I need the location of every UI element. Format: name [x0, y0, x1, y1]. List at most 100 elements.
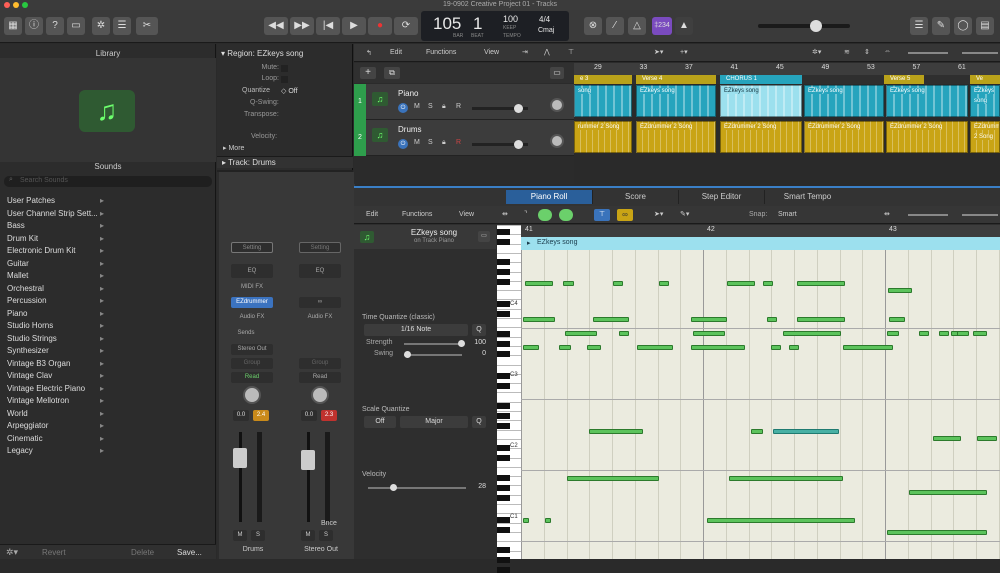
- black-key[interactable]: [497, 547, 510, 553]
- browsers-button[interactable]: ▤: [976, 17, 994, 35]
- midi-note[interactable]: [523, 345, 539, 350]
- scale-quantize-root-select[interactable]: Off: [364, 416, 396, 428]
- list-editors-button[interactable]: ☰: [910, 17, 928, 35]
- track-volume-slider[interactable]: [472, 104, 528, 113]
- record-enable-button[interactable]: R: [456, 139, 461, 146]
- midi-note[interactable]: [693, 331, 725, 336]
- drum-region[interactable]: EZdrummer 2 Song: [804, 121, 884, 153]
- midi-note[interactable]: [565, 331, 597, 336]
- strip1-eq-button[interactable]: EQ: [231, 264, 273, 278]
- flex-icon[interactable]: ⋀: [544, 48, 550, 56]
- library-item[interactable]: Cinematic ▸: [0, 433, 216, 445]
- midi-note[interactable]: [767, 317, 777, 322]
- midi-note[interactable]: [887, 530, 987, 535]
- midi-note[interactable]: [909, 490, 987, 495]
- midi-note[interactable]: [545, 518, 551, 523]
- library-item[interactable]: World ▸: [0, 408, 216, 420]
- midi-note[interactable]: [957, 331, 969, 336]
- cycle-button[interactable]: ⟳: [394, 17, 418, 35]
- black-key[interactable]: [497, 259, 510, 265]
- track-solo-button[interactable]: S: [428, 103, 433, 110]
- hzoom-icon[interactable]: ⇔: [884, 48, 891, 55]
- black-key[interactable]: [497, 557, 510, 563]
- strip2-setting-button[interactable]: Setting: [299, 242, 341, 253]
- midi-note[interactable]: [771, 345, 781, 350]
- midi-note[interactable]: [637, 345, 673, 350]
- strip2-automation-mode[interactable]: Read: [299, 372, 341, 383]
- loop-browser-button[interactable]: ◯: [954, 17, 972, 35]
- strip2-group-slot[interactable]: Group: [299, 358, 341, 369]
- catch-icon[interactable]: ⇥: [522, 48, 528, 56]
- note-grid[interactable]: [521, 250, 1000, 559]
- editors-button[interactable]: ✂: [136, 17, 158, 35]
- zoom-window-button[interactable]: [22, 2, 28, 8]
- pr-ruler[interactable]: 41 42 43: [521, 225, 1000, 237]
- piano-region[interactable]: EZkeys song: [636, 85, 716, 117]
- tab-step-editor[interactable]: Step Editor: [678, 190, 764, 204]
- tracks-view-menu[interactable]: View: [484, 49, 499, 56]
- black-key[interactable]: [497, 445, 510, 451]
- track-pan-knob[interactable]: [550, 98, 564, 112]
- global-tracks-button[interactable]: ▭: [550, 67, 564, 79]
- strip1-pan-knob[interactable]: [243, 386, 261, 404]
- piano-region[interactable]: EZkeys song: [886, 85, 968, 117]
- loop-checkbox[interactable]: [281, 76, 288, 83]
- minimize-window-button[interactable]: [13, 2, 19, 8]
- strip1-setting-button[interactable]: Setting: [231, 242, 273, 253]
- count-in-button[interactable]: ‡234: [652, 17, 672, 35]
- midi-out-icon[interactable]: [559, 209, 573, 221]
- bar-ruler[interactable]: 29333741454953576165: [574, 63, 1000, 75]
- black-key[interactable]: [497, 341, 510, 347]
- drum-region[interactable]: rummer 2 Song: [574, 121, 632, 153]
- midi-note[interactable]: [707, 518, 855, 523]
- midi-note[interactable]: [888, 288, 912, 293]
- scale-quantize-mode-select[interactable]: Major: [400, 416, 468, 428]
- strip1-audiofx-label[interactable]: Audio FX: [231, 312, 273, 323]
- black-key[interactable]: [497, 311, 510, 317]
- midi-note[interactable]: [525, 281, 553, 286]
- drum-region[interactable]: EZdrummer 2 Song: [970, 121, 1000, 153]
- strip1-automation-mode[interactable]: Read: [231, 372, 273, 383]
- library-item[interactable]: Piano ▸: [0, 308, 216, 320]
- pointer-tool-icon[interactable]: ➤▾: [654, 48, 663, 56]
- time-quantize-select[interactable]: 1/16 Note: [364, 324, 468, 336]
- midi-note[interactable]: [751, 429, 763, 434]
- midi-note[interactable]: [887, 331, 899, 336]
- library-search-field[interactable]: ⌕ Search Sounds: [4, 176, 212, 187]
- library-item[interactable]: Vintage Clav ▸: [0, 370, 216, 382]
- mute-checkbox[interactable]: [281, 65, 288, 72]
- strip1-midifx-label[interactable]: MIDI FX: [231, 282, 273, 293]
- gear-icon[interactable]: ✲▾: [6, 547, 18, 558]
- time-quantize-button[interactable]: Q: [472, 324, 486, 336]
- midi-note[interactable]: [797, 281, 845, 286]
- library-button[interactable]: ▦: [4, 17, 22, 35]
- track-volume-slider[interactable]: [472, 140, 528, 149]
- track-mute-button[interactable]: M: [414, 139, 420, 146]
- record-enable-button[interactable]: R: [456, 103, 461, 110]
- inspector-button[interactable]: ⓘ: [25, 17, 43, 35]
- tuner-button[interactable]: ⁄: [606, 17, 624, 35]
- lock-icon[interactable]: 🔒︎: [442, 139, 446, 147]
- master-volume-slider[interactable]: [758, 20, 850, 32]
- tracks-hzoom-slider[interactable]: [962, 52, 998, 54]
- note-pads-button[interactable]: ✎: [932, 17, 950, 35]
- track-header[interactable]: 2 ♫ Drums ⏻ M S 🔒︎ R: [354, 120, 574, 156]
- pr-collapse-icon[interactable]: ⇹: [502, 210, 508, 218]
- midi-note[interactable]: [789, 345, 799, 350]
- tracks-edit-menu[interactable]: Edit: [390, 49, 402, 56]
- strip1-solo-button[interactable]: S: [251, 530, 265, 541]
- black-key[interactable]: [497, 373, 510, 379]
- black-key[interactable]: [497, 301, 510, 307]
- piano-region[interactable]: song: [574, 85, 632, 117]
- black-key[interactable]: [497, 413, 510, 419]
- tracks-vzoom-slider[interactable]: [908, 52, 948, 54]
- library-item[interactable]: Mallet ▸: [0, 270, 216, 282]
- midi-note[interactable]: [729, 476, 843, 481]
- midi-note[interactable]: [523, 518, 529, 523]
- strip2-audiofx-label[interactable]: Audio FX: [299, 312, 341, 323]
- tab-score[interactable]: Score: [592, 190, 678, 204]
- midi-note[interactable]: [763, 281, 773, 286]
- fast-forward-button[interactable]: ▶▶: [290, 17, 314, 35]
- add-track-button[interactable]: +: [360, 67, 376, 79]
- midi-note[interactable]: [659, 281, 669, 286]
